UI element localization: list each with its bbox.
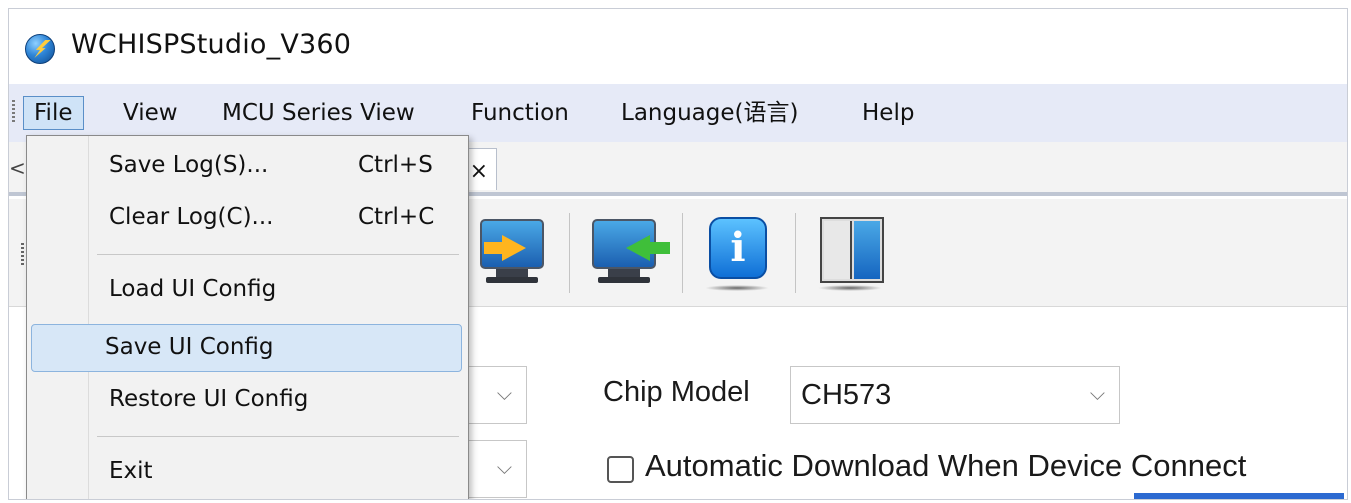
- menu-item-exit[interactable]: Exit: [31, 448, 462, 496]
- menu-item-label: Exit: [109, 458, 153, 484]
- menu-item-shortcut: Ctrl+S: [358, 152, 433, 178]
- monitor-stand: [608, 269, 640, 277]
- tab-scroll-left-icon[interactable]: <: [9, 156, 26, 180]
- menu-item-restore-ui-config[interactable]: Restore UI Config: [31, 376, 462, 424]
- menu-separator: [97, 254, 459, 255]
- arrow-right-icon: [484, 235, 526, 261]
- chip-model-value: CH573: [801, 379, 892, 411]
- menu-item-save-log[interactable]: Save Log(S)... Ctrl+S: [31, 142, 462, 190]
- menu-item-load-ui-config[interactable]: Load UI Config: [31, 266, 462, 314]
- menu-item-label: Restore UI Config: [109, 386, 309, 412]
- primary-button-edge[interactable]: [1134, 493, 1344, 499]
- title-bar: WCHISPStudio_V360: [9, 9, 1347, 83]
- monitor-foot: [486, 277, 538, 283]
- auto-download-checkbox[interactable]: [607, 456, 634, 483]
- chevron-down-icon: ⌵: [496, 381, 512, 405]
- app-logo-icon: [25, 34, 55, 64]
- chevron-down-icon: ⌵: [1089, 381, 1105, 405]
- menu-language[interactable]: Language(语言): [611, 96, 808, 130]
- arrow-left-icon: [626, 235, 670, 261]
- menu-help[interactable]: Help: [852, 96, 924, 130]
- menu-bar: File View MCU Series View Function Langu…: [9, 84, 1347, 142]
- menu-icon-gutter: [27, 136, 89, 499]
- menu-item-label: Save UI Config: [105, 334, 274, 360]
- chip-model-select[interactable]: CH573 ⌵: [790, 366, 1120, 424]
- tab-close-icon[interactable]: ×: [470, 159, 488, 184]
- chevron-down-icon: ⌵: [496, 455, 512, 479]
- info-icon: i: [709, 217, 767, 279]
- toolbar-grip[interactable]: [21, 243, 24, 267]
- menu-item-save-ui-config[interactable]: Save UI Config: [31, 324, 462, 372]
- toolbar-separator: [682, 213, 683, 293]
- toolbar-separator: [795, 213, 796, 293]
- menu-item-label: Load UI Config: [109, 276, 277, 302]
- menu-item-label: Save Log(S)...: [109, 152, 269, 178]
- app-window: WCHISPStudio_V360 File View MCU Series V…: [8, 8, 1348, 500]
- menu-view[interactable]: View: [113, 96, 188, 130]
- file-menu-dropdown: Save Log(S)... Ctrl+S Clear Log(C)... Ct…: [26, 135, 469, 499]
- icon-shadow: [818, 285, 882, 291]
- menu-file[interactable]: File: [23, 96, 84, 130]
- menu-item-clear-log[interactable]: Clear Log(C)... Ctrl+C: [31, 194, 462, 242]
- menu-item-shortcut: Ctrl+C: [358, 204, 435, 230]
- auto-download-label[interactable]: Automatic Download When Device Connect: [645, 448, 1246, 484]
- info-button[interactable]: i: [699, 213, 775, 297]
- manual-button[interactable]: [812, 213, 888, 297]
- window-title: WCHISPStudio_V360: [71, 29, 352, 60]
- chip-model-label: Chip Model: [603, 376, 750, 408]
- menu-mcu-series-view[interactable]: MCU Series View: [212, 96, 425, 130]
- menu-separator: [97, 436, 459, 437]
- download-button[interactable]: [474, 213, 550, 297]
- icon-shadow: [705, 285, 769, 291]
- manual-book-icon: [820, 217, 884, 283]
- menu-function[interactable]: Function: [461, 96, 579, 130]
- menubar-grip[interactable]: [12, 100, 15, 122]
- monitor-foot: [598, 277, 650, 283]
- toolbar-separator: [569, 213, 570, 293]
- monitor-stand: [496, 269, 528, 277]
- upload-button[interactable]: [586, 213, 670, 297]
- menu-item-label: Clear Log(C)...: [109, 204, 274, 230]
